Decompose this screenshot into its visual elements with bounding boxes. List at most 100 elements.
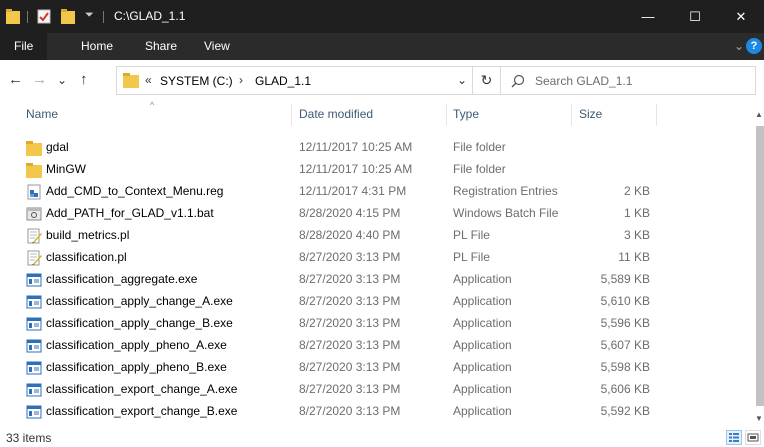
folder-icon [6,9,20,24]
column-header-date-modified[interactable]: Date modified [299,107,373,121]
file-row[interactable]: classification_apply_pheno_B.exe 8/27/202… [0,357,754,379]
refresh-icon[interactable]: ↻ [473,66,501,95]
file-date-modified: 8/27/2020 3:13 PM [299,272,401,286]
file-date-modified: 12/11/2017 10:25 AM [299,140,413,154]
window-title: C:\GLAD_1.1 [114,9,186,23]
file-date-modified: 8/27/2020 3:13 PM [299,294,401,308]
file-name: Add_PATH_for_GLAD_v1.1.bat [46,206,214,220]
scroll-up-arrow-icon[interactable]: ▲ [754,110,764,119]
new-folder-icon[interactable] [61,9,75,24]
tab-share[interactable]: Share [145,33,177,60]
customize-quick-access-icon[interactable]: ⏷ [85,9,94,22]
ribbon-tabs: File Home Share View ⌄ ? [0,33,764,60]
file-row[interactable]: Add_PATH_for_GLAD_v1.1.bat 8/28/2020 4:15… [0,203,754,225]
search-input[interactable]: Search GLAD_1.1 [501,66,756,95]
item-count: 33 items [6,431,52,445]
navigation-bar: ← → ⌄ ↑ « SYSTEM (C:) › GLAD_1.1 ⌄ ↻ Sea… [0,60,764,100]
script-file-icon [26,228,42,244]
large-icons-view-icon[interactable] [745,430,761,445]
file-row[interactable]: gdal 12/11/2017 10:25 AM File folder [0,137,754,159]
file-row[interactable]: MinGW 12/11/2017 10:25 AM File folder [0,159,754,181]
recent-locations-chevron-icon[interactable]: ⌄ [57,73,67,87]
vertical-scrollbar[interactable]: ▲ ▼ [754,100,764,430]
file-type: File folder [453,140,506,154]
file-date-modified: 12/11/2017 10:25 AM [299,162,413,176]
registry-file-icon [26,184,42,200]
file-row[interactable]: Add_CMD_to_Context_Menu.reg 12/11/2017 4:… [0,181,754,203]
file-type: Application [453,382,512,396]
column-header-type[interactable]: Type [453,107,479,121]
file-row[interactable]: classification_export_change_A.exe 8/27/2… [0,379,754,401]
file-type: Windows Batch File [453,206,559,220]
application-icon [26,360,42,376]
folder-icon [26,140,42,156]
file-row[interactable]: classification_apply_pheno_A.exe 8/27/202… [0,335,754,357]
file-row[interactable]: classification_apply_change_A.exe 8/27/20… [0,291,754,313]
file-name: classification_apply_change_B.exe [46,316,233,330]
application-icon [26,404,42,420]
file-type: Registration Entries [453,184,558,198]
batch-file-icon [26,206,42,222]
maximize-button[interactable]: ☐ [672,0,718,33]
file-name: build_metrics.pl [46,228,130,242]
file-date-modified: 8/27/2020 3:13 PM [299,338,401,352]
address-dropdown-chevron-icon[interactable]: ⌄ [457,73,467,87]
column-divider[interactable] [291,104,292,126]
breadcrumb-separator-icon[interactable]: › [239,73,243,87]
breadcrumb-glad[interactable]: GLAD_1.1 [255,74,311,88]
column-header-name[interactable]: Name [26,107,58,121]
file-date-modified: 8/27/2020 3:13 PM [299,404,401,418]
scrollbar-thumb[interactable] [756,126,764,406]
properties-icon[interactable] [37,9,51,24]
application-icon [26,294,42,310]
file-size: 11 KB [618,250,650,264]
back-arrow-icon[interactable]: ← [8,71,23,88]
file-name: classification_aggregate.exe [46,272,198,286]
file-name: Add_CMD_to_Context_Menu.reg [46,184,224,198]
file-date-modified: 8/28/2020 4:40 PM [299,228,401,242]
file-row[interactable]: build_metrics.pl 8/28/2020 4:40 PM PL File… [0,225,754,247]
file-size: 1 KB [623,206,650,220]
file-name: gdal [46,140,69,154]
help-icon[interactable]: ? [746,38,762,54]
file-type: Application [453,272,512,286]
application-icon [26,272,42,288]
file-size: 3 KB [623,228,650,242]
file-name: classification_export_change_B.exe [46,404,238,418]
file-date-modified: 8/28/2020 4:15 PM [299,206,401,220]
file-row[interactable]: classification_export_change_B.exe 8/27/2… [0,401,754,423]
details-view-icon[interactable] [726,430,742,445]
file-type: Application [453,294,512,308]
file-type: Application [453,360,512,374]
file-date-modified: 8/27/2020 3:13 PM [299,360,401,374]
file-size: 5,610 KB [600,294,650,308]
breadcrumb-system-c[interactable]: SYSTEM (C:) [160,74,233,88]
tab-view[interactable]: View [204,33,230,60]
column-divider[interactable] [446,104,447,126]
up-arrow-icon[interactable]: ↑ [80,71,88,88]
scroll-down-arrow-icon[interactable]: ▼ [754,414,764,423]
file-size: 5,607 KB [600,338,650,352]
close-button[interactable]: ✕ [718,0,764,33]
column-divider[interactable] [571,104,572,126]
expand-ribbon-chevron-icon[interactable]: ⌄ [734,33,744,60]
folder-icon [123,72,139,88]
file-date-modified: 8/27/2020 3:13 PM [299,250,401,264]
file-row[interactable]: classification_aggregate.exe 8/27/2020 3:… [0,269,754,291]
application-icon [26,382,42,398]
column-divider[interactable] [656,104,657,126]
file-size: 5,606 KB [600,382,650,396]
minimize-button[interactable]: — [625,0,671,33]
application-icon [26,316,42,332]
forward-arrow-icon[interactable]: → [32,71,47,88]
tab-file[interactable]: File [0,33,48,60]
address-bar[interactable]: « SYSTEM (C:) › GLAD_1.1 ⌄ [116,66,473,95]
column-header-size[interactable]: Size [579,107,602,121]
file-date-modified: 8/27/2020 3:13 PM [299,382,401,396]
tab-home[interactable]: Home [81,33,113,60]
file-row[interactable]: classification.pl 8/27/2020 3:13 PM PL Fil… [0,247,754,269]
application-icon [26,338,42,354]
title-separator [27,11,28,23]
breadcrumb-overflow-icon[interactable]: « [145,73,152,87]
file-row[interactable]: classification_apply_change_B.exe 8/27/20… [0,313,754,335]
